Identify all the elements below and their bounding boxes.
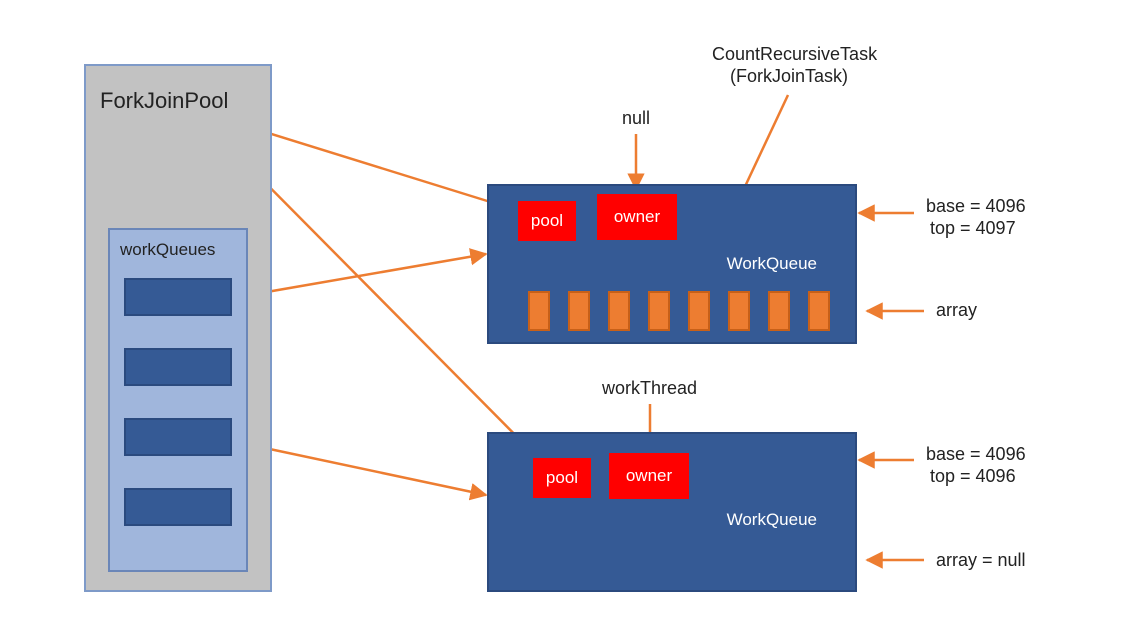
workqueues-slot-0 (124, 278, 232, 316)
workqueues-slot-3 (124, 488, 232, 526)
workqueue-top-array-cell (728, 291, 750, 331)
workqueue-top-array-cell (688, 291, 710, 331)
forkjoinpool-title: ForkJoinPool (100, 88, 228, 114)
count-recursive-task-label-2: (ForkJoinTask) (730, 66, 848, 87)
workqueue-top-array-cell (808, 291, 830, 331)
workqueue-top-array-cell (648, 291, 670, 331)
workqueue-bottom-owner: owner (609, 453, 689, 499)
workqueue-top-array-cell (568, 291, 590, 331)
workqueues-slot-2 (124, 418, 232, 456)
workqueue-top-array-cell (528, 291, 550, 331)
workqueues-title: workQueues (120, 240, 215, 260)
workqueue-top-pool: pool (518, 201, 576, 241)
workqueue-bottom-base-text: base = 4096 (926, 444, 1026, 465)
workqueue-top-top-text: top = 4097 (930, 218, 1016, 239)
workqueue-top-array-cell (768, 291, 790, 331)
workqueue-top-array-label: array (936, 300, 977, 321)
workqueue-bottom-array-label: array = null (936, 550, 1026, 571)
workqueue-bottom-pool: pool (533, 458, 591, 498)
count-recursive-task-label-1: CountRecursiveTask (712, 44, 877, 65)
workqueue-bottom-top-text: top = 4096 (930, 466, 1016, 487)
workqueue-top-base-text: base = 4096 (926, 196, 1026, 217)
workthread-label: workThread (602, 378, 697, 399)
workqueue-top-class-label: WorkQueue (727, 254, 817, 274)
workqueue-bottom-box: pool owner WorkQueue (487, 432, 857, 592)
workqueue-top-array-cell (608, 291, 630, 331)
workqueue-top-owner: owner (597, 194, 677, 240)
workqueue-top-box: pool owner WorkQueue (487, 184, 857, 344)
null-label: null (622, 108, 650, 129)
workqueue-bottom-class-label: WorkQueue (727, 510, 817, 530)
workqueues-slot-1 (124, 348, 232, 386)
